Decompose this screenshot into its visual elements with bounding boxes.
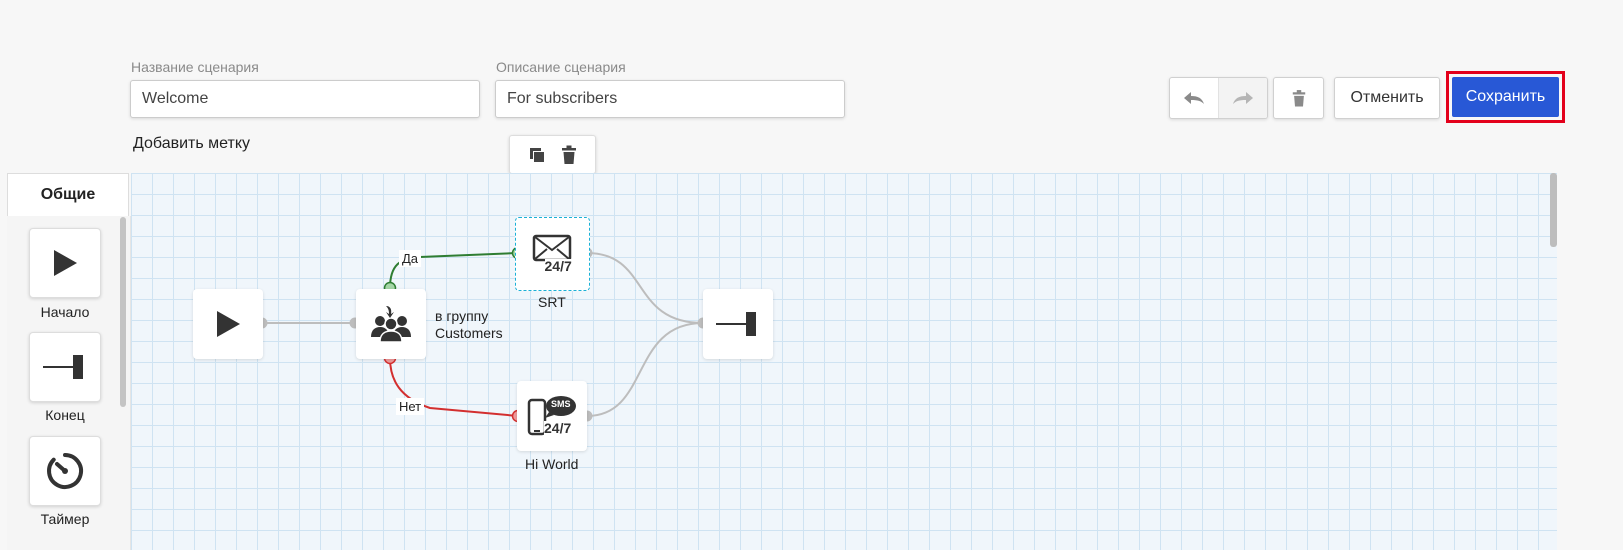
play-icon — [215, 310, 241, 338]
undo-button[interactable] — [1170, 78, 1218, 118]
end-icon — [716, 311, 760, 337]
redo-button[interactable] — [1218, 78, 1267, 118]
palette-end-label: Конец — [45, 407, 85, 423]
tab-general[interactable]: Общие — [7, 173, 129, 216]
sidebar-scrollbar[interactable] — [120, 217, 126, 407]
delete-scenario-button[interactable] — [1273, 77, 1324, 119]
group-node-label: в группу Customers — [435, 308, 503, 341]
cancel-button[interactable]: Отменить — [1334, 77, 1440, 119]
palette-timer-tile[interactable] — [29, 436, 101, 506]
flow-canvas[interactable] — [131, 173, 1557, 550]
trash-icon[interactable] — [560, 145, 578, 165]
sms-action-node[interactable]: SMS 24/7 — [517, 381, 587, 451]
palette-start-tile[interactable] — [29, 228, 101, 298]
node-toolbar — [509, 135, 596, 174]
end-icon — [43, 354, 87, 380]
palette-timer-label: Таймер — [40, 511, 90, 527]
email-action-node[interactable]: 24/7 — [515, 217, 590, 291]
palette-start-label: Начало — [40, 304, 90, 320]
add-tag-link[interactable]: Добавить метку — [133, 135, 250, 153]
scenario-name-label: Название сценария — [131, 59, 259, 75]
end-node[interactable] — [703, 289, 773, 359]
trash-icon — [1291, 89, 1307, 108]
group-users-icon — [370, 305, 412, 343]
sms-phone-icon: SMS 24/7 — [527, 394, 577, 438]
scenario-name-input[interactable] — [130, 80, 480, 118]
undo-icon — [1184, 91, 1204, 105]
always-on-badge: 24/7 — [544, 258, 572, 274]
palette-end-tile[interactable] — [29, 332, 101, 402]
timer-icon — [44, 450, 86, 492]
sms-badge: SMS — [551, 399, 571, 409]
group-condition-node[interactable] — [356, 289, 426, 359]
copy-icon[interactable] — [528, 146, 546, 164]
yes-branch-label: Да — [399, 250, 422, 267]
start-node[interactable] — [193, 289, 263, 359]
scenario-description-input[interactable] — [495, 80, 845, 118]
scenario-description-label: Описание сценария — [496, 59, 626, 75]
save-button[interactable]: Сохранить — [1452, 77, 1559, 117]
always-on-badge: 24/7 — [544, 420, 572, 436]
redo-icon — [1233, 91, 1253, 105]
canvas-scrollbar[interactable] — [1550, 173, 1557, 247]
history-buttons — [1169, 77, 1268, 119]
sms-node-label: Hi World — [525, 456, 579, 472]
play-icon — [52, 249, 78, 277]
no-branch-label: Нет — [396, 398, 425, 415]
email-icon: 24/7 — [528, 232, 578, 276]
save-button-highlight: Сохранить — [1446, 71, 1565, 123]
email-node-label: SRT — [538, 294, 566, 310]
